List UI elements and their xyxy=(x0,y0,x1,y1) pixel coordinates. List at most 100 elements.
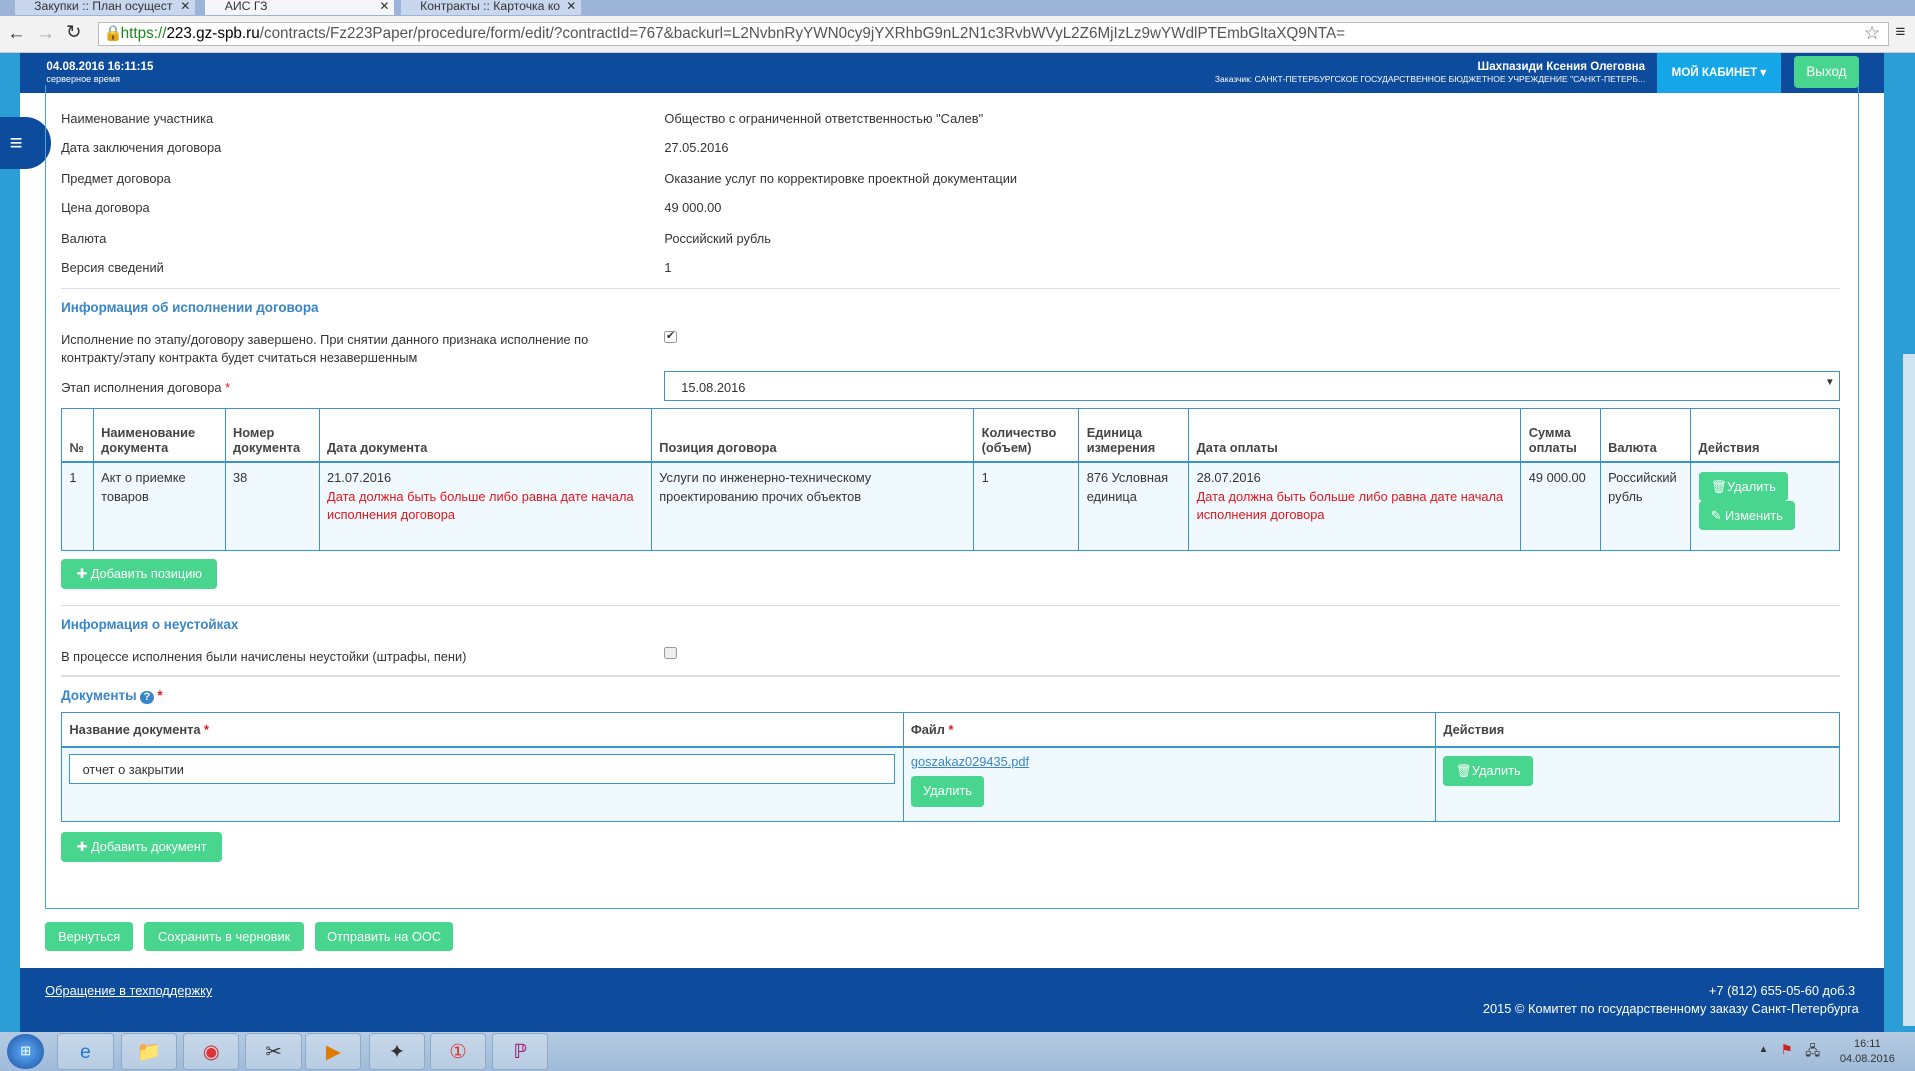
close-tab-icon[interactable]: ✕ xyxy=(180,0,190,12)
penalties-label: В процессе исполнения были начислены неу… xyxy=(61,648,467,664)
column-header: Единица измерения xyxy=(1078,407,1190,464)
chrome-icon[interactable]: ◉ xyxy=(183,1033,240,1070)
ie-icon[interactable]: e xyxy=(57,1033,114,1070)
access-icon[interactable]: ℙ xyxy=(492,1033,549,1070)
cell-actions: 🗑Удалить xyxy=(1435,746,1841,822)
file-link[interactable]: goszakaz029435.pdf xyxy=(911,754,1029,769)
save-draft-button[interactable]: Сохранить в черновик xyxy=(144,922,305,952)
back-icon[interactable]: ← xyxy=(7,22,25,44)
completed-label: Исполнение по этапу/договору завершено. … xyxy=(61,331,589,366)
info-value: Российский рубль xyxy=(664,230,771,246)
column-header: Валюта xyxy=(1599,407,1692,464)
left-strip xyxy=(0,52,20,1032)
hamburger-menu-icon[interactable]: ≡ xyxy=(0,117,52,169)
menu-icon[interactable]: ≡ xyxy=(1895,22,1905,42)
column-header: Сумма оплаты xyxy=(1520,407,1601,464)
info-label: Наименование участника xyxy=(61,111,214,127)
tray-clock[interactable]: 16:11 04.08.2016 xyxy=(1836,1037,1900,1066)
browser-tab-active[interactable]: АИС ГЗ ✕ xyxy=(205,0,395,15)
delete-document-button[interactable]: 🗑Удалить xyxy=(1443,756,1533,786)
tray-arrow-icon[interactable]: ▲ xyxy=(1759,1044,1769,1055)
start-button[interactable]: ⊞ xyxy=(7,1034,44,1069)
documents-table: Название документа * Файл * Действия отч… xyxy=(61,712,1841,822)
info-label: Цена договора xyxy=(61,200,150,216)
info-value: 27.05.2016 xyxy=(664,140,729,156)
cell-sum: 49 000.00 xyxy=(1520,461,1601,551)
browser-tab-strip: Закупки :: План осущест ✕ АИС ГЗ ✕ Контрак… xyxy=(0,0,1915,16)
info-label: Валюта xyxy=(61,230,107,246)
taskbar: ⊞ e 📁 ◉ ✂ ▶ ✦ ① ℙ ▲ ⚑ 🖧 16:11 04.08.2016 xyxy=(0,1031,1915,1071)
logout-button[interactable]: Выход xyxy=(1794,56,1859,88)
stage-label: Этап исполнения договора * xyxy=(61,379,231,395)
divider xyxy=(61,604,1841,606)
info-label: Дата заключения договора xyxy=(61,140,222,156)
column-header: Дата оплаты xyxy=(1188,407,1522,464)
trash-icon: 🗑 xyxy=(1455,763,1472,779)
cell-qty: 1 xyxy=(973,461,1080,551)
delete-file-button[interactable]: Удалить xyxy=(910,776,985,807)
scissors-icon[interactable]: ✂ xyxy=(245,1033,302,1070)
customer-name: Заказчик: САНКТ-ПЕТЕРБУРГСКОЕ ГОСУДАРСТВ… xyxy=(1214,74,1646,85)
cell-pay-date: 28.07.2016 Дата должна быть больше либо р… xyxy=(1188,461,1522,551)
divider xyxy=(61,288,1841,290)
chevron-down-icon: ▼ xyxy=(1824,377,1835,389)
column-header: Количество (объем) xyxy=(973,407,1080,464)
edit-row-button[interactable]: ✎ Изменить xyxy=(1698,500,1796,531)
browser-tab[interactable]: Закупки :: План осущест ✕ xyxy=(14,0,196,15)
column-header: Действия xyxy=(1690,407,1841,464)
explorer-icon[interactable]: 📁 xyxy=(120,1033,178,1070)
completed-checkbox[interactable]: ✔ xyxy=(664,330,677,344)
add-document-button[interactable]: ✚ Добавить документ xyxy=(61,831,223,863)
footer-phone: +7 (812) 655-05-60 доб.3 xyxy=(1708,983,1856,999)
bookmark-star-icon[interactable]: ☆ xyxy=(1864,22,1880,44)
network-icon[interactable]: 🖧 xyxy=(1805,1042,1820,1064)
column-header: Действия xyxy=(1435,712,1841,748)
url-input[interactable]: 🔒 https://223.gz-spb.ru/contracts/Fz223Pa… xyxy=(97,21,1890,47)
help-icon[interactable]: ? xyxy=(140,690,154,704)
1c-icon[interactable]: ① xyxy=(429,1033,487,1070)
documents-heading: Документы ? * xyxy=(61,687,163,704)
stage-select[interactable]: 15.08.2016 ▼ xyxy=(664,371,1841,401)
info-label: Предмет договора xyxy=(61,170,171,186)
error-message: Дата должна быть больше либо равна дате … xyxy=(1196,488,1504,522)
server-datetime: 04.08.2016 16:11:15 xyxy=(46,59,154,73)
reload-icon[interactable]: ↻ xyxy=(66,21,81,43)
cell-doc-name: отчет о закрытии xyxy=(61,746,904,822)
add-position-button[interactable]: ✚ Добавить позицию xyxy=(61,559,218,589)
cell-currency: Российский рубль xyxy=(1599,461,1692,551)
scrollbar[interactable] xyxy=(1902,354,1915,1026)
divider xyxy=(61,675,1841,677)
penalties-checkbox[interactable] xyxy=(664,647,677,660)
media-player-icon[interactable]: ▶ xyxy=(305,1033,362,1070)
server-time-label: серверное время xyxy=(46,74,121,85)
browser-tab[interactable]: Контракты :: Карточка ко ✕ xyxy=(400,0,582,15)
document-name-input[interactable]: отчет о закрытии xyxy=(69,753,896,785)
forward-icon[interactable]: → xyxy=(37,22,55,44)
column-header: Название документа * xyxy=(61,712,904,748)
site-footer: Обращение в техподдержку +7 (812) 655-05… xyxy=(19,968,1885,1032)
support-link[interactable]: Обращение в техподдержку xyxy=(45,983,212,998)
user-name: Шахпазиди Ксения Олеговна xyxy=(1477,59,1646,73)
cell-number: 1 xyxy=(61,461,94,551)
send-to-oos-button[interactable]: Отправить на ООС xyxy=(315,922,454,952)
column-header: Позиция договора xyxy=(650,407,975,464)
delete-row-button[interactable]: 🗑Удалить xyxy=(1698,471,1789,501)
info-value: Общество с ограниченной ответственностью… xyxy=(664,111,984,127)
info-value: 1 xyxy=(664,260,672,276)
flag-icon[interactable]: ⚑ xyxy=(1781,1042,1793,1058)
lock-icon: 🔒 xyxy=(103,24,123,42)
plus-icon: ✚ xyxy=(76,566,91,582)
close-tab-icon[interactable]: ✕ xyxy=(566,0,576,12)
table-row: 1 Акт о приемке товаров 38 21.07.2016 Дат… xyxy=(61,461,1841,551)
back-button[interactable]: Вернуться xyxy=(45,922,134,952)
cell-doc-date: 21.07.2016 Дата должна быть больше либо р… xyxy=(318,461,652,551)
plus-icon: ✚ xyxy=(76,838,91,854)
info-label: Версия сведений xyxy=(61,260,164,276)
close-tab-icon[interactable]: ✕ xyxy=(379,0,389,12)
column-header: Дата документа xyxy=(318,407,652,464)
cell-file: goszakaz029435.pdf Удалить xyxy=(902,746,1437,822)
column-header: Наименование документа xyxy=(92,407,226,464)
app-icon[interactable]: ✦ xyxy=(368,1033,425,1070)
trash-icon: 🗑 xyxy=(1710,478,1728,494)
execution-heading: Информация об исполнении договора xyxy=(61,300,319,316)
